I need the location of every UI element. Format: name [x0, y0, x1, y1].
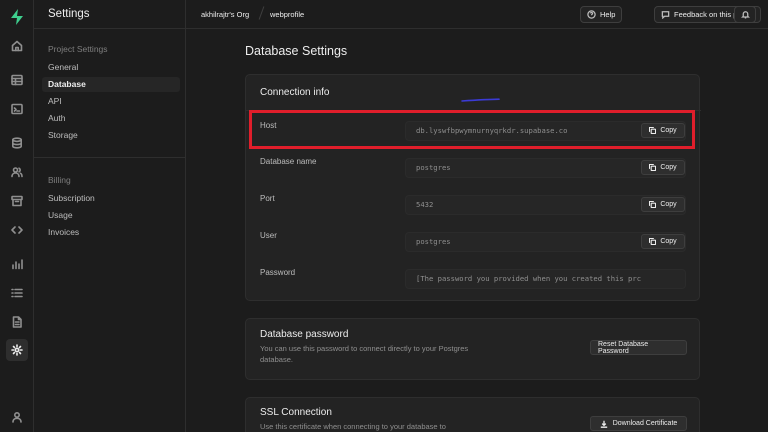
sidebar-item-invoices[interactable]: Invoices: [42, 225, 180, 240]
blue-underline-annotation: [461, 98, 500, 102]
copy-database-name-button[interactable]: Copy: [641, 160, 685, 175]
sidebar-divider: [34, 157, 186, 158]
chat-icon: [661, 11, 670, 19]
main-content: Database Settings Connection info Host d…: [186, 30, 768, 432]
copy-icon: [649, 238, 657, 245]
settings-sidebar: Settings Project Settings General Databa…: [34, 0, 186, 432]
download-certificate-label: Download Certificate: [612, 420, 678, 427]
copy-user-button[interactable]: Copy: [641, 234, 685, 249]
icon-rail: [0, 0, 34, 432]
table-editor-icon[interactable]: [9, 72, 25, 88]
home-icon[interactable]: [9, 38, 25, 54]
help-icon: [587, 10, 596, 19]
sidebar-item-usage[interactable]: Usage: [42, 208, 180, 223]
ssl-connection-description: Use this certificate when connecting to …: [260, 422, 446, 431]
ssl-connection-title: SSL Connection: [260, 407, 332, 418]
supabase-logo[interactable]: [9, 8, 25, 26]
database-name-label: Database name: [260, 157, 317, 166]
api-docs-icon[interactable]: [9, 314, 25, 330]
host-highlight-annotation: [249, 110, 695, 149]
settings-icon[interactable]: [6, 339, 28, 361]
copy-icon: [649, 201, 657, 208]
help-label: Help: [600, 10, 616, 19]
sql-editor-icon[interactable]: [9, 101, 25, 117]
breadcrumb-org[interactable]: akhilrajtr's Org: [201, 10, 249, 19]
page-title: Database Settings: [245, 44, 348, 58]
breadcrumb-separator: [258, 6, 265, 20]
logs-icon[interactable]: [9, 285, 25, 301]
copy-label: Copy: [660, 201, 677, 208]
copy-icon: [649, 164, 657, 171]
sidebar-item-general[interactable]: General: [42, 60, 180, 75]
user-icon[interactable]: [9, 409, 25, 425]
notifications-button[interactable]: [734, 6, 756, 23]
help-button[interactable]: Help: [580, 6, 623, 23]
reports-icon[interactable]: [9, 256, 25, 272]
password-label: Password: [260, 268, 296, 277]
copy-label: Copy: [660, 238, 677, 245]
auth-icon[interactable]: [9, 164, 25, 180]
sidebar-item-subscription[interactable]: Subscription: [42, 191, 180, 206]
bell-icon: [740, 11, 750, 19]
reset-database-password-button[interactable]: Reset Database Password: [590, 340, 687, 355]
connection-info-card: Connection info Host db.lyswfbpwymnurnyq…: [245, 74, 701, 301]
download-icon: [600, 420, 607, 428]
sidebar-header-divider: [34, 28, 186, 29]
top-bar: akhilrajtr's Org webprofile Help Feedbac…: [186, 0, 768, 29]
database-password-title: Database password: [260, 329, 349, 340]
sidebar-item-auth[interactable]: Auth: [42, 111, 180, 126]
billing-heading: Billing: [48, 175, 71, 185]
database-password-description: You can use this password to connect dir…: [260, 344, 469, 364]
sidebar-item-storage[interactable]: Storage: [42, 128, 180, 143]
edge-functions-icon[interactable]: [9, 222, 25, 238]
port-label: Port: [260, 194, 275, 203]
user-label: User: [260, 231, 277, 240]
database-icon[interactable]: [9, 135, 25, 151]
copy-label: Copy: [660, 164, 677, 171]
sidebar-item-database[interactable]: Database: [42, 77, 180, 92]
sidebar-title: Settings: [48, 8, 90, 20]
sidebar-item-api[interactable]: API: [42, 94, 180, 109]
connection-info-title: Connection info: [260, 87, 330, 98]
breadcrumb-project[interactable]: webprofile: [270, 10, 304, 19]
password-field[interactable]: [The password you provided when you crea…: [405, 269, 686, 289]
database-password-card: Database password You can use this passw…: [245, 318, 700, 380]
download-certificate-button[interactable]: Download Certificate: [590, 416, 687, 431]
ssl-connection-card: SSL Connection Use this certificate when…: [245, 397, 700, 432]
copy-port-button[interactable]: Copy: [641, 197, 685, 212]
storage-icon[interactable]: [9, 193, 25, 209]
project-settings-heading: Project Settings: [48, 44, 108, 54]
